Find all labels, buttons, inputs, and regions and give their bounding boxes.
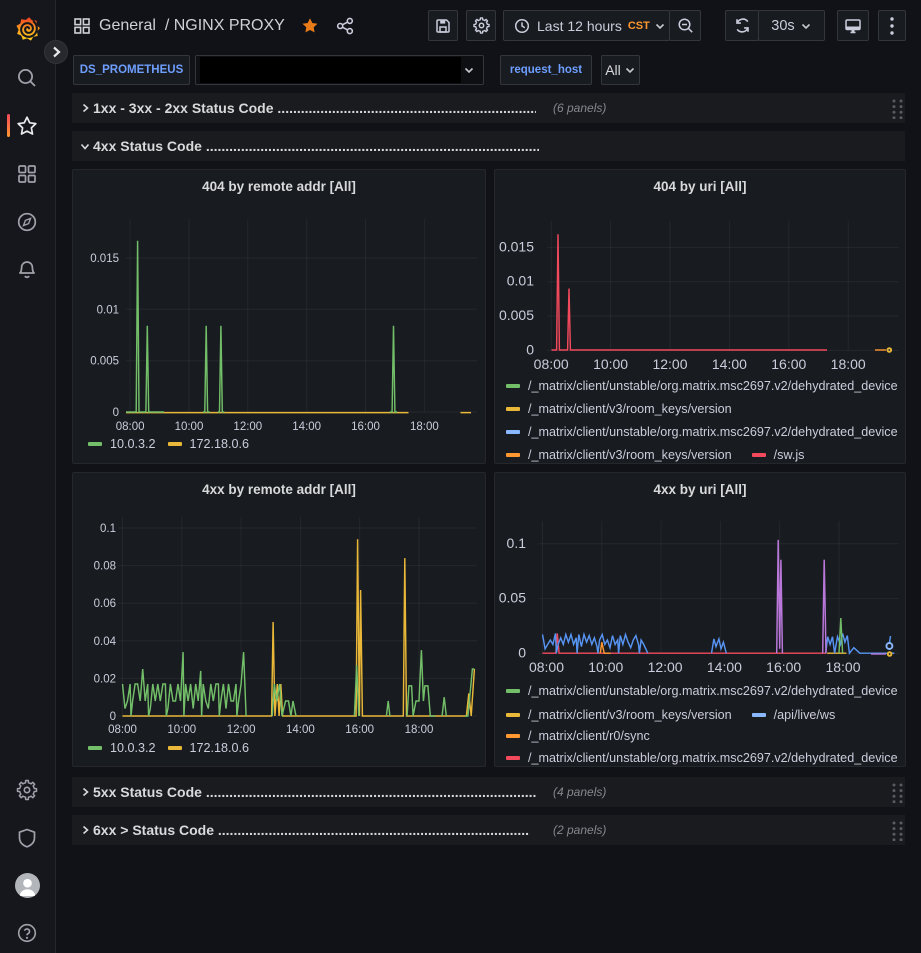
svg-text:0: 0 [526, 341, 534, 357]
svg-text:0.01: 0.01 [97, 304, 119, 316]
svg-text:18:00: 18:00 [825, 659, 860, 675]
svg-text:16:00: 16:00 [351, 421, 380, 433]
svg-text:14:00: 14:00 [286, 724, 315, 736]
svg-text:12:00: 12:00 [652, 356, 687, 372]
svg-text:16:00: 16:00 [771, 356, 806, 372]
svg-text:0.1: 0.1 [507, 535, 527, 551]
svg-text:0.05: 0.05 [499, 590, 526, 606]
svg-text:0.005: 0.005 [499, 307, 534, 323]
svg-text:08:00: 08:00 [529, 659, 564, 675]
svg-text:18:00: 18:00 [405, 724, 434, 736]
svg-text:0: 0 [110, 711, 116, 723]
svg-text:0.015: 0.015 [90, 253, 119, 265]
svg-text:16:00: 16:00 [766, 659, 801, 675]
svg-text:12:00: 12:00 [648, 659, 683, 675]
svg-text:0.015: 0.015 [499, 238, 534, 254]
svg-text:14:00: 14:00 [707, 659, 742, 675]
svg-text:0.1: 0.1 [100, 523, 116, 535]
svg-text:08:00: 08:00 [108, 724, 137, 736]
svg-text:0.06: 0.06 [94, 598, 116, 610]
svg-text:16:00: 16:00 [345, 724, 374, 736]
svg-text:0.08: 0.08 [94, 561, 116, 573]
svg-text:18:00: 18:00 [410, 421, 439, 433]
svg-text:08:00: 08:00 [116, 421, 145, 433]
svg-text:10:00: 10:00 [588, 659, 623, 675]
svg-text:12:00: 12:00 [233, 421, 262, 433]
svg-text:14:00: 14:00 [712, 356, 747, 372]
svg-text:0.005: 0.005 [90, 356, 119, 368]
svg-text:10:00: 10:00 [175, 421, 204, 433]
svg-text:10:00: 10:00 [167, 724, 196, 736]
svg-text:18:00: 18:00 [831, 356, 866, 372]
svg-text:10:00: 10:00 [593, 356, 628, 372]
svg-text:0.01: 0.01 [507, 273, 534, 289]
svg-text:0: 0 [113, 407, 119, 419]
svg-text:0: 0 [518, 644, 526, 660]
svg-text:0.04: 0.04 [94, 636, 117, 648]
svg-text:08:00: 08:00 [534, 356, 569, 372]
svg-text:12:00: 12:00 [227, 724, 256, 736]
svg-text:14:00: 14:00 [292, 421, 321, 433]
svg-text:0.02: 0.02 [94, 673, 116, 685]
